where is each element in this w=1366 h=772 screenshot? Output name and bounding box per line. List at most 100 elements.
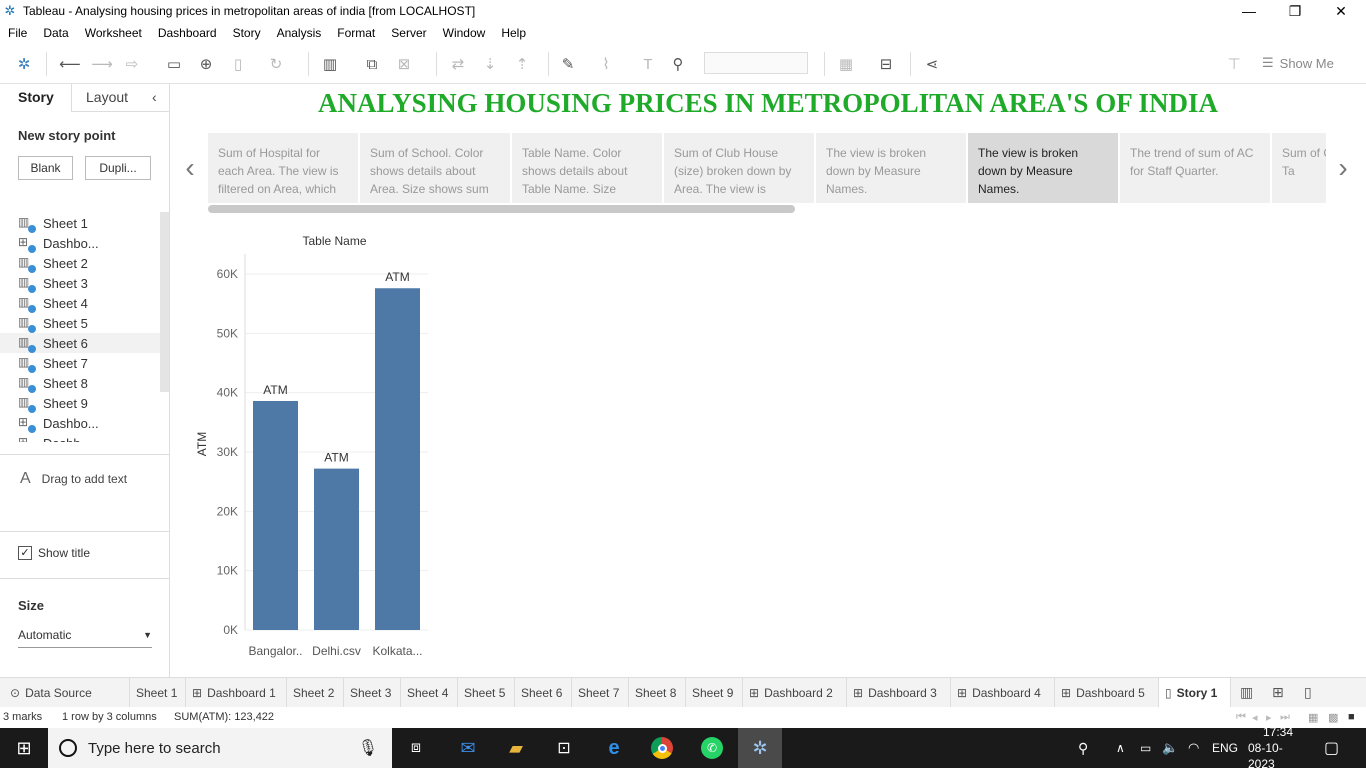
pause-updates-icon[interactable]: ▯ — [228, 54, 248, 74]
first-page-icon[interactable]: ⏮ — [1236, 711, 1246, 724]
tab-dashboard-4[interactable]: ⊞ Dashboard 4 — [951, 678, 1055, 708]
tableau-home-icon[interactable]: ✲ — [14, 54, 34, 74]
tab-sheet-9[interactable]: Sheet 9 — [686, 678, 743, 708]
menu-window[interactable]: Window — [443, 26, 486, 40]
sidebar-sheet-item[interactable]: ⊞ Dashbo... — [18, 413, 158, 433]
prev-page-icon[interactable]: ◂ — [1252, 711, 1258, 724]
chrome-icon[interactable] — [646, 728, 678, 768]
volume-icon[interactable]: 🔈 — [1162, 728, 1178, 768]
menu-worksheet[interactable]: Worksheet — [85, 26, 142, 40]
save-icon[interactable]: ▭ — [164, 54, 184, 74]
store-icon[interactable]: ⊡ — [548, 728, 580, 768]
people-icon[interactable]: ⚲ — [1078, 728, 1088, 768]
whatsapp-icon[interactable]: ✆ — [696, 728, 728, 768]
tab-sheet-6[interactable]: Sheet 6 — [515, 678, 572, 708]
collapse-sidebar-icon[interactable]: ‹ — [152, 89, 157, 105]
new-dashboard-tab-icon[interactable]: ⊞ — [1272, 684, 1284, 701]
blank-button[interactable]: Blank — [18, 156, 73, 180]
story-point-4[interactable]: Sum of Club House (size) broken down by … — [664, 133, 814, 203]
menu-story[interactable]: Story — [233, 26, 261, 40]
tab-dashboard-2[interactable]: ⊞ Dashboard 2 — [743, 678, 847, 708]
tab-story[interactable]: Story — [18, 89, 54, 105]
tab-sheet-3[interactable]: Sheet 3 — [344, 678, 401, 708]
tab-dashboard-5[interactable]: ⊞ Dashboard 5 — [1055, 678, 1159, 708]
drag-text-object[interactable]: A Drag to add text — [20, 470, 127, 488]
menu-help[interactable]: Help — [501, 26, 526, 40]
presentation-icon[interactable]: ⊟ — [876, 54, 896, 74]
maximize-button[interactable]: ❐ — [1272, 0, 1318, 22]
format-painter-icon[interactable]: ⊤ — [1224, 54, 1244, 74]
story-point-5[interactable]: The view is broken down by Measure Names… — [816, 133, 966, 203]
sidebar-sheet-item[interactable]: ⊞Dashb... — [18, 433, 158, 442]
windows-start-icon[interactable]: ⊞ — [0, 728, 48, 768]
story-point-1[interactable]: Sum of Hospital for each Area. The view … — [208, 133, 358, 203]
sidebar-sheet-item[interactable]: ▥ Sheet 2 — [18, 253, 158, 273]
show-hidden-icons[interactable]: ∧ — [1116, 728, 1125, 768]
last-page-icon[interactable]: ⏭ — [1280, 711, 1290, 724]
tab-sheet-2[interactable]: Sheet 2 — [287, 678, 344, 708]
clock[interactable]: 17:34 08-10-2023 — [1248, 725, 1308, 771]
close-button[interactable]: ✕ — [1318, 0, 1364, 22]
sidebar-sheet-item[interactable]: ⊞ Dashbo... — [18, 233, 158, 253]
story-point-7[interactable]: The trend of sum of AC for Staff Quarter… — [1120, 133, 1270, 203]
pin-icon[interactable]: ⚲ — [668, 54, 688, 74]
sidebar-sheet-item[interactable]: ▥ Sheet 1 — [18, 213, 158, 233]
sidebar-sheet-item[interactable]: ▥ Sheet 9 — [18, 393, 158, 413]
microphone-icon[interactable]: 🎙 — [358, 738, 378, 758]
size-select[interactable]: Automatic ▼ — [18, 628, 152, 648]
tab-sheet-7[interactable]: Sheet 7 — [572, 678, 629, 708]
menu-file[interactable]: File — [8, 26, 27, 40]
sidebar-sheet-item[interactable]: ▥ Sheet 7 — [18, 353, 158, 373]
new-worksheet-tab-icon[interactable]: ▥ — [1240, 684, 1253, 701]
tab-view-icon[interactable]: ■ — [1348, 711, 1355, 723]
filmstrip-icon[interactable]: ▦ — [1308, 711, 1318, 724]
story-point-6[interactable]: The view is broken down by Measure Names… — [968, 133, 1118, 203]
menu-format[interactable]: Format — [337, 26, 375, 40]
sidebar-sheet-item[interactable]: ▥ Sheet 3 — [18, 273, 158, 293]
story-point-8[interactable]: Sum of Color sh about Ta — [1272, 133, 1326, 203]
next-page-icon[interactable]: ▸ — [1266, 711, 1272, 724]
tab-dashboard-3[interactable]: ⊞ Dashboard 3 — [847, 678, 951, 708]
taskbar-search[interactable]: Type here to search 🎙 — [48, 728, 392, 768]
menu-dashboard[interactable]: Dashboard — [158, 26, 217, 40]
show-me-button[interactable]: ☰ Show Me — [1262, 54, 1334, 72]
file-explorer-icon[interactable]: ▰ — [500, 728, 532, 768]
wifi-icon[interactable]: ◠ — [1188, 728, 1199, 768]
story-point-2[interactable]: Sum of School. Color shows details about… — [360, 133, 510, 203]
tab-dashboard-1[interactable]: ⊞ Dashboard 1 — [186, 678, 287, 708]
labels-icon[interactable]: T — [638, 54, 658, 74]
redo-icon[interactable]: ⟶ — [91, 54, 113, 74]
sidebar-sheet-item[interactable]: ▥ Sheet 6 — [0, 333, 160, 353]
menu-data[interactable]: Data — [43, 26, 68, 40]
menu-analysis[interactable]: Analysis — [277, 26, 322, 40]
sidebar-sheet-item[interactable]: ▥ Sheet 5 — [18, 313, 158, 333]
tab-sheet-5[interactable]: Sheet 5 — [458, 678, 515, 708]
highlight-icon[interactable]: ✎ — [558, 54, 578, 74]
new-story-tab-icon[interactable]: ▯ — [1304, 684, 1312, 701]
group-icon[interactable]: ⌇ — [596, 54, 616, 74]
story-points-scrollbar[interactable] — [208, 205, 795, 213]
refresh-icon[interactable]: ↻ — [266, 54, 286, 74]
battery-icon[interactable]: ▭ — [1140, 728, 1151, 768]
tab-layout[interactable]: Layout — [86, 89, 128, 105]
share-icon[interactable]: ⋖ — [922, 54, 942, 74]
fit-dropdown[interactable] — [704, 52, 808, 74]
tab-sheet-8[interactable]: Sheet 8 — [629, 678, 686, 708]
language-indicator[interactable]: ENG — [1212, 728, 1238, 768]
edge-browser-icon[interactable]: e — [598, 728, 630, 768]
tab-sheet-1[interactable]: Sheet 1 — [130, 678, 186, 708]
previous-point-button[interactable]: ‹ — [180, 148, 200, 188]
undo-icon[interactable]: ⟵ — [59, 54, 81, 74]
tab-sheet-4[interactable]: Sheet 4 — [401, 678, 458, 708]
task-view-icon[interactable]: ⧈ — [400, 728, 432, 768]
duplicate-button[interactable]: Dupli... — [85, 156, 151, 180]
notifications-icon[interactable]: ▢ — [1324, 728, 1339, 768]
swap-icon[interactable]: ⇄ — [448, 54, 468, 74]
sort-descending-icon[interactable]: ⇡ — [512, 54, 532, 74]
sort-ascending-icon[interactable]: ⇣ — [480, 54, 500, 74]
new-data-source-icon[interactable]: ⊕ — [196, 54, 216, 74]
menu-server[interactable]: Server — [391, 26, 426, 40]
grid-view-icon[interactable]: ▩ — [1328, 711, 1338, 724]
clear-sheet-icon[interactable]: ⊠ — [394, 54, 414, 74]
sheet-list-scrollbar[interactable] — [160, 212, 169, 392]
